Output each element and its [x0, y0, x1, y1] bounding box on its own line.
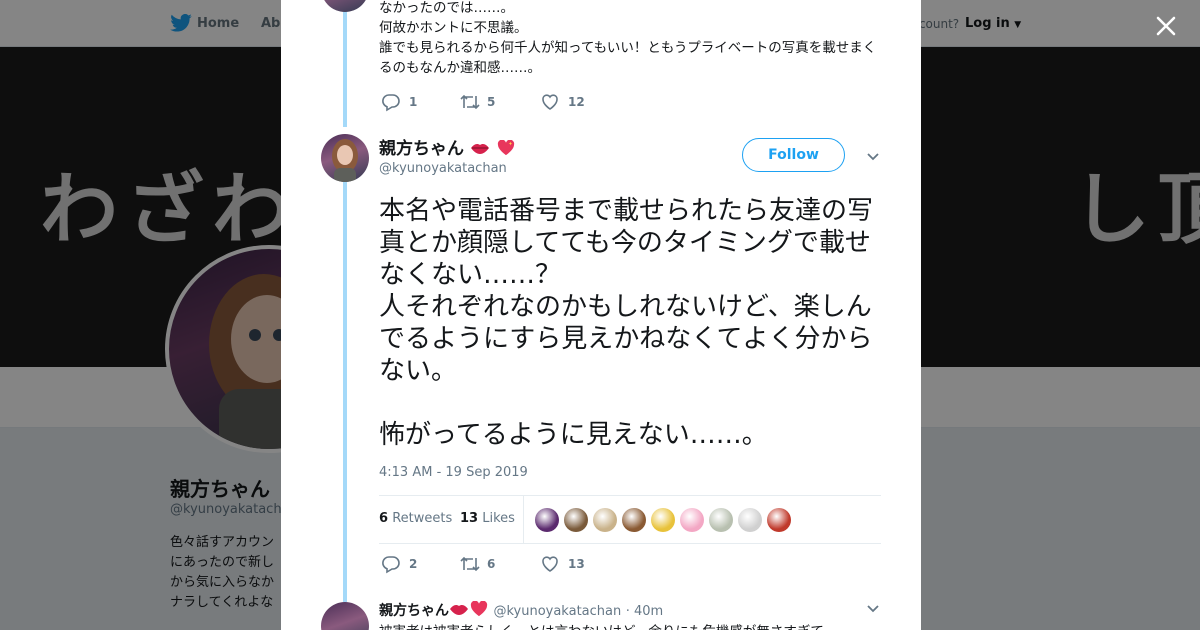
like-count: 12	[568, 95, 585, 109]
retweet-count: 6	[487, 557, 496, 571]
reply-count: 2	[409, 557, 418, 571]
avatar[interactable]	[321, 0, 369, 12]
liker-avatar[interactable]	[651, 508, 675, 532]
retweet-count: 5	[487, 95, 496, 109]
reply-author-name[interactable]: 親方ちゃん	[379, 603, 449, 619]
liker-avatar[interactable]	[767, 508, 791, 532]
liker-avatar[interactable]	[680, 508, 704, 532]
reply-count: 1	[409, 95, 418, 109]
author-handle[interactable]: @kyunoyakatachan	[379, 161, 507, 176]
author-name-text: 親方ちゃん	[379, 139, 464, 159]
retweets-stat-label: Retweets	[392, 511, 453, 526]
like-icon	[542, 94, 558, 110]
tweet-timestamp[interactable]: 4:13 AM - 19 Sep 2019	[379, 465, 528, 480]
reply-tweet-header: 親方ちゃん @kyunoyakatachan · 40m	[379, 600, 663, 620]
avatar[interactable]	[321, 134, 369, 182]
retweet-icon	[460, 94, 480, 110]
thread-line	[343, 182, 347, 602]
retweets-stat[interactable]: 6 Retweets	[379, 511, 452, 526]
like-count: 13	[568, 557, 585, 571]
close-icon[interactable]	[1150, 10, 1182, 42]
sparkling-heart-emoji-icon	[497, 140, 514, 156]
reply-author-handle[interactable]: @kyunoyakatachan	[493, 604, 621, 619]
author-name[interactable]: 親方ちゃん	[379, 134, 516, 159]
sparkling-heart-emoji-icon	[470, 601, 488, 617]
likes-stat-count: 13	[460, 511, 479, 526]
avatar[interactable]	[321, 602, 369, 630]
chevron-down-icon[interactable]	[866, 152, 880, 162]
likes-stat[interactable]: 13 Likes	[460, 511, 515, 526]
reply-tweet-text: 被害者は被害者らしく…とは言わないけど、余りにも危機感が無さすぎて……	[379, 620, 859, 630]
tweet-text: 本名や電話番号まで載せられたら友達の写真とか顔隠してても今のタイミングで載せなく…	[379, 196, 874, 450]
chevron-down-icon[interactable]	[866, 604, 880, 614]
avatar-illustration	[332, 139, 358, 182]
reply-icon	[382, 94, 400, 112]
lips-emoji-icon	[450, 605, 468, 615]
like-icon	[542, 556, 558, 572]
tweet-stats: 6 Retweets 13 Likes	[379, 495, 881, 544]
reply-time[interactable]: · 40m	[626, 604, 663, 619]
liker-avatar[interactable]	[535, 508, 559, 532]
tweet-modal: なかったのでは……。 何故かホントに不思議。 誰でも見られるから何千人が知っても…	[281, 0, 921, 630]
reply-icon	[382, 556, 400, 574]
retweets-stat-count: 6	[379, 511, 389, 526]
follow-button[interactable]: Follow	[742, 138, 845, 172]
liker-avatar[interactable]	[622, 508, 646, 532]
lips-emoji-icon	[470, 144, 489, 154]
stats-divider	[523, 496, 524, 543]
retweet-icon	[460, 556, 480, 572]
liker-avatar[interactable]	[709, 508, 733, 532]
liker-avatar[interactable]	[593, 508, 617, 532]
likes-stat-label: Likes	[482, 511, 515, 526]
liker-avatar[interactable]	[564, 508, 588, 532]
liker-avatar[interactable]	[738, 508, 762, 532]
previous-tweet-text: なかったのでは……。 何故かホントに不思議。 誰でも見られるから何千人が知っても…	[379, 0, 877, 76]
thread-line	[343, 0, 347, 127]
